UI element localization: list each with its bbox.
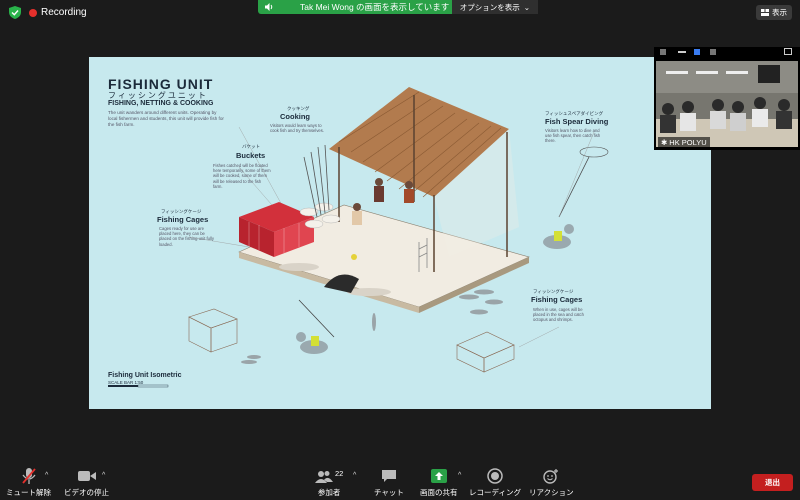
gallery-icon[interactable] [694,49,700,55]
buckets-description: Fishes catched will be floated here temp… [213,163,271,189]
spear-diving-label: Fish Spear Diving [545,117,609,126]
host-icon: ✱ [661,137,668,147]
record-dot-icon [29,8,37,17]
buckets-label: Buckets [236,151,266,160]
video-options-chevron-icon[interactable]: ^ [102,472,105,479]
emoji-icon [543,469,559,484]
expand-icon[interactable] [784,48,792,55]
speaker-icon [265,3,273,11]
fishing-cages-right-label: Fishing Cages [531,295,583,304]
participant-video-tile[interactable]: ✱ HK POLYU [656,61,798,147]
participants-count: 22 [335,468,344,478]
scale-bar-label: SCALE BAR 1:50 [108,380,144,385]
chat-bubble-icon [381,470,396,482]
meeting-toolbar: ミュート解除 ^ ビデオの停止 ^ 22 参加者 ^ チャット 画面の共有 ^ … [0,464,800,500]
cooking-description: Visitors would learn ways to cook fish a… [270,123,324,134]
top-bar: Recording Tak Mei Wong の画面を表示しています オプション… [0,0,800,24]
grid-view-icon [761,9,769,16]
video-button[interactable]: ビデオの停止 [64,466,109,498]
leave-button[interactable]: 退出 [752,474,793,491]
participants-options-chevron-icon[interactable]: ^ [353,472,356,479]
mute-label: ミュート解除 [6,488,51,497]
microphone-muted-icon [21,468,36,484]
chevron-down-icon: ⌄ [523,2,530,12]
recording-label: Recording [41,7,87,18]
share-options-chevron-icon[interactable]: ^ [458,472,461,479]
video-label: ビデオの停止 [64,488,109,497]
options-label: オプションを表示 [459,2,520,12]
participant-name-tag: ✱ HK POLYU [658,137,710,147]
participant-name: HK POLYU [669,137,707,147]
fishing-cages-right-description: When in use, cages will be placed in the… [533,307,584,323]
video-panel-header [654,47,800,58]
screen-share-banner: Tak Mei Wong の画面を表示しています オプションを表示 ⌄ [258,0,538,14]
isometric-title: Fishing Unit Isometric [108,372,182,379]
hide-video-icon[interactable] [678,51,686,53]
shared-screen-slide: FISHING UNIT フィッシングユニット FISHING, NETTING… [89,57,711,409]
share-message: Tak Mei Wong の画面を表示しています [300,2,450,12]
view-button[interactable]: 表示 [756,5,792,20]
shield-icon[interactable] [9,6,21,19]
buckets-label-jp: バケット [242,144,260,149]
speaker-view-icon[interactable] [710,49,716,55]
video-camera-icon [77,471,96,481]
record-icon [487,468,503,484]
chat-label: チャット [374,488,404,497]
participants-icon [315,470,333,483]
video-panel[interactable]: ✱ HK POLYU [654,47,800,150]
mute-button[interactable]: ミュート解除 [6,466,51,498]
share-screen-icon [430,469,447,483]
fishing-cages-left-description: Cages ready for use are placed here, the… [159,226,214,247]
reactions-button[interactable]: リアクション [529,466,574,498]
share-screen-button[interactable]: 画面の共有 [420,466,458,498]
leave-label: 退出 [765,478,780,487]
minimize-icon[interactable] [660,49,666,55]
record-button[interactable]: レコーディング [469,466,521,498]
share-label: 画面の共有 [420,488,458,497]
participant-video-frame [656,61,798,147]
chat-button[interactable]: チャット [374,466,404,498]
view-options-dropdown[interactable]: オプションを表示 ⌄ [451,0,538,14]
participants-button[interactable]: 22 参加者 [315,466,343,498]
reactions-label: リアクション [529,488,574,497]
participants-label: 参加者 [317,488,341,497]
fishing-cages-left-label: Fishing Cages [157,215,209,224]
record-label: レコーディング [469,488,521,497]
view-label: 表示 [772,8,787,17]
spear-diving-description: Visitors learn how to dive and use fish … [545,128,601,144]
audio-options-chevron-icon[interactable]: ^ [45,472,48,479]
cooking-label: Cooking [280,112,310,121]
recording-indicator[interactable]: Recording [29,7,87,18]
